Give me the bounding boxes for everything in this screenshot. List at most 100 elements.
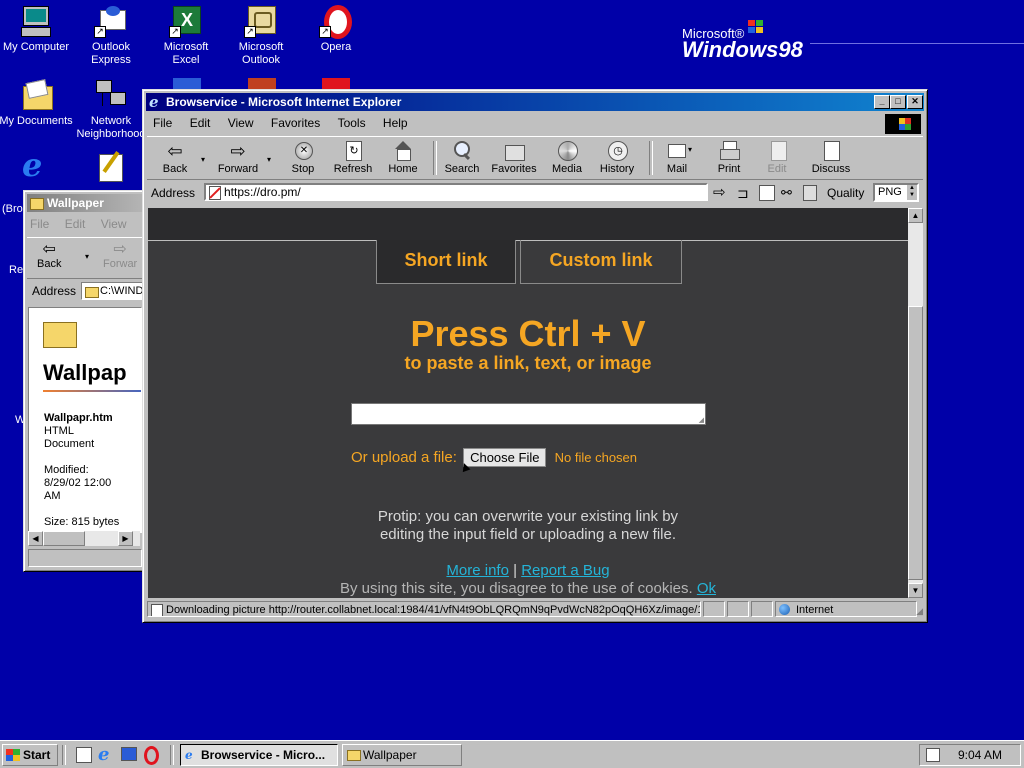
desktop-icon-outlook-express[interactable]: ↗ Outlook Express xyxy=(73,4,149,67)
wallpaper-titlebar[interactable]: Wallpaper xyxy=(27,194,143,212)
favorites-folder-icon xyxy=(503,141,525,161)
forward-button[interactable]: ⇨ Forward xyxy=(213,139,263,179)
address-input[interactable]: https://dro.pm/ xyxy=(204,183,708,201)
choose-file-button[interactable]: Choose File xyxy=(463,448,547,467)
wallpaper-window[interactable]: Wallpaper File Edit View ⇦ Back ▾ ⇨ Forw… xyxy=(23,190,151,572)
excel-icon: X ↗ xyxy=(169,4,203,38)
quality-select[interactable]: PNG ▲ ▼ xyxy=(873,183,919,202)
menu-edit[interactable]: Edit xyxy=(65,217,86,231)
show-desktop-icon[interactable] xyxy=(76,747,92,763)
horizontal-scrollbar[interactable]: ◀ ▶ xyxy=(28,531,140,546)
menu-view[interactable]: View xyxy=(101,217,127,231)
menu-file[interactable]: File xyxy=(153,116,172,130)
favorites-button[interactable]: Favorites xyxy=(487,139,541,179)
icon-label: Opera xyxy=(320,41,352,53)
close-button[interactable]: ✕ xyxy=(907,95,923,109)
home-icon xyxy=(392,141,414,161)
status-text-cell: Downloading picture http://router.collab… xyxy=(147,601,701,617)
history-button[interactable]: ◷ History xyxy=(595,139,639,179)
page-icon[interactable] xyxy=(759,185,775,201)
desktop-icon-outlook[interactable]: ↗ Microsoft Outlook xyxy=(223,4,299,67)
quicklaunch-ie-icon[interactable]: e xyxy=(98,744,109,765)
page-broken-icon xyxy=(209,186,221,200)
back-dropdown-icon[interactable]: ▾ xyxy=(201,155,205,164)
notepad-icon[interactable] xyxy=(95,150,129,184)
desktop-icon-opera[interactable]: ↗ Opera xyxy=(298,4,374,54)
menu-file[interactable]: File xyxy=(30,217,49,231)
outlook-express-icon: ↗ xyxy=(94,4,128,38)
stop-button[interactable]: ✕ Stop xyxy=(283,139,323,179)
icon-label: Network xyxy=(90,115,132,127)
home-button[interactable]: Home xyxy=(383,139,423,179)
mail-button[interactable]: ▾ Mail xyxy=(657,139,697,179)
tab-label: Custom link xyxy=(549,250,653,270)
scroll-thumb[interactable] xyxy=(43,531,85,546)
quicklaunch-opera-icon[interactable] xyxy=(144,746,159,765)
search-button[interactable]: Search xyxy=(441,139,483,179)
tab-custom-link[interactable]: Custom link xyxy=(520,240,682,284)
footer-links: More info | Report a Bug xyxy=(148,562,908,579)
tab-short-link[interactable]: Short link xyxy=(376,240,516,284)
dropdown-arrow-icon[interactable]: ▾ xyxy=(85,252,89,261)
menu-favorites[interactable]: Favorites xyxy=(271,116,320,130)
report-bug-link[interactable]: Report a Bug xyxy=(521,562,609,579)
desktop-icon-excel[interactable]: X ↗ Microsoft Excel xyxy=(148,4,224,67)
minimize-button[interactable]: _ xyxy=(874,95,890,109)
find-binoculars-icon[interactable]: ⚯ xyxy=(781,181,792,205)
clock[interactable]: 9:04 AM xyxy=(958,745,1002,765)
discuss-button[interactable]: Discuss xyxy=(807,139,855,179)
resize-grip-icon[interactable]: ◢ xyxy=(699,416,704,424)
desktop-icon-network-neighborhood[interactable]: Network Neighborhood xyxy=(73,78,149,141)
desktop-icon-my-documents[interactable]: My Documents xyxy=(0,78,74,128)
mail-label: Mail xyxy=(666,163,688,175)
spinner-arrows-icon[interactable]: ▲ ▼ xyxy=(907,185,917,200)
no-file-text: No file chosen xyxy=(554,450,638,465)
scroll-down-icon[interactable]: ▼ xyxy=(908,583,923,598)
modified-value: 8/29/02 12:00 xyxy=(44,477,112,489)
desktop-icon-my-computer[interactable]: My Computer xyxy=(0,4,74,54)
task-browservice[interactable]: e Browservice - Micro... xyxy=(180,744,338,766)
scroll-right-icon[interactable]: ▶ xyxy=(118,531,133,546)
back-button[interactable]: ⇦ Back xyxy=(153,139,197,179)
cookie-ok-link[interactable]: Ok xyxy=(697,580,716,597)
page-loading-icon xyxy=(151,604,163,616)
forward-dropdown-icon[interactable]: ▾ xyxy=(267,155,271,164)
address-input[interactable]: C:\WIND xyxy=(81,282,151,300)
status-cell xyxy=(727,601,749,617)
paste-input[interactable]: ◢ xyxy=(351,403,706,425)
bookmark-icon[interactable]: ⊐ xyxy=(737,181,749,205)
resize-grip-icon[interactable]: ◢ xyxy=(916,603,923,619)
scroll-thumb[interactable] xyxy=(908,306,923,580)
refresh-button[interactable]: ↻ Refresh xyxy=(331,139,375,179)
status-text: Downloading picture http://router.collab… xyxy=(166,604,701,616)
forward-button[interactable]: ⇨ Forwar xyxy=(103,242,137,271)
print-button[interactable]: Print xyxy=(709,139,749,179)
task-wallpaper[interactable]: Wallpaper xyxy=(342,744,462,766)
menu-tools[interactable]: Tools xyxy=(338,116,366,130)
icon-label: Microsoft xyxy=(238,41,284,53)
taskbar-separator xyxy=(170,745,174,765)
maximize-button[interactable]: □ xyxy=(890,95,906,109)
back-button[interactable]: ⇦ Back xyxy=(37,242,61,271)
more-info-link[interactable]: More info xyxy=(446,562,509,579)
quality-value: PNG xyxy=(878,186,902,198)
protip-line: editing the input field or uploading a n… xyxy=(379,526,677,543)
media-button[interactable]: Media xyxy=(547,139,587,179)
start-button[interactable]: Start xyxy=(2,744,58,766)
menu-view[interactable]: View xyxy=(228,116,254,130)
quicklaunch-outlook-icon[interactable] xyxy=(121,747,137,761)
scroll-left-icon[interactable]: ◀ xyxy=(28,531,43,546)
scroll-up-icon[interactable]: ▲ xyxy=(908,208,923,223)
menu-edit[interactable]: Edit xyxy=(190,116,211,130)
ie-titlebar[interactable]: e Browservice - Microsoft Internet Explo… xyxy=(146,93,924,111)
go-arrow-icon[interactable]: ⇨ xyxy=(713,181,726,205)
clipboard-icon[interactable] xyxy=(803,185,817,201)
ie-window[interactable]: e Browservice - Microsoft Internet Explo… xyxy=(142,89,928,623)
internet-explorer-icon[interactable]: e xyxy=(20,149,56,184)
scheduler-icon[interactable] xyxy=(926,748,940,762)
page-vertical-scrollbar[interactable]: ▲ ▼ xyxy=(908,208,923,598)
edit-button[interactable]: Edit xyxy=(759,139,795,179)
menu-help[interactable]: Help xyxy=(383,116,408,130)
refresh-label: Refresh xyxy=(333,163,373,175)
status-cell xyxy=(751,601,773,617)
